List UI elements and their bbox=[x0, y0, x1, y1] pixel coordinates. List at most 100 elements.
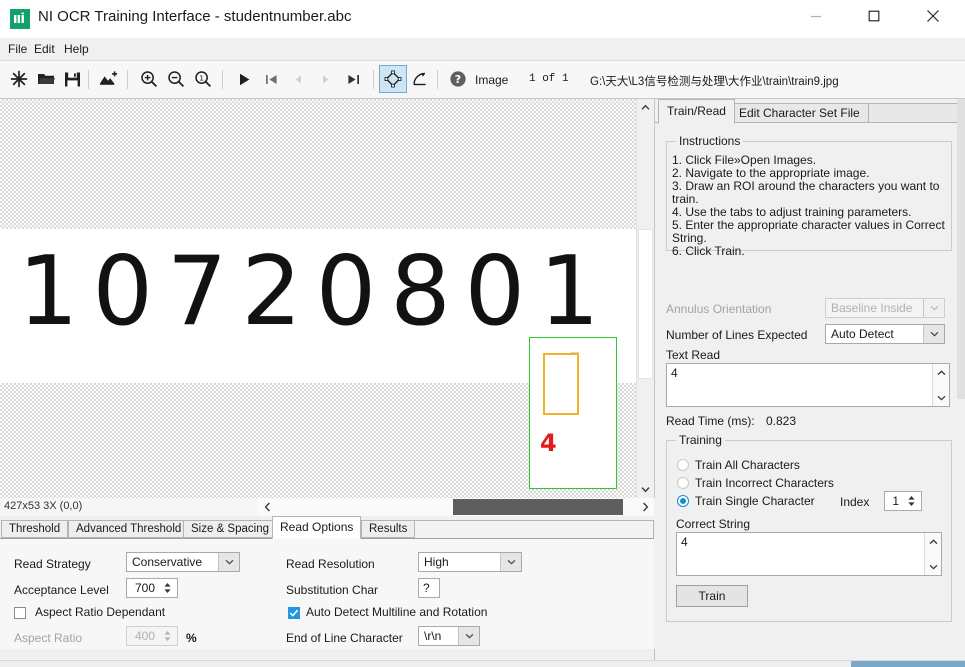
train-button[interactable]: Train bbox=[676, 585, 748, 607]
tab-threshold[interactable]: Threshold bbox=[1, 520, 69, 538]
scrollbar-thumb-right[interactable] bbox=[957, 99, 965, 399]
instructions-title: Instructions bbox=[676, 134, 744, 148]
help-icon[interactable]: ? bbox=[444, 65, 472, 93]
tab-read-options[interactable]: Read Options bbox=[272, 516, 362, 539]
chevron-up-icon[interactable] bbox=[637, 99, 654, 116]
end-of-line-select[interactable]: \r\n bbox=[418, 626, 480, 646]
next-image-icon[interactable] bbox=[311, 65, 339, 93]
window-title: NI OCR Training Interface - studentnumbe… bbox=[38, 8, 352, 25]
taskbar-accent bbox=[851, 661, 965, 667]
chevron-right-icon[interactable] bbox=[636, 498, 654, 516]
aspect-ratio-unit: % bbox=[186, 631, 197, 645]
minimize-icon[interactable] bbox=[793, 0, 839, 32]
text-read-field[interactable]: 4 bbox=[666, 363, 950, 407]
canvas-horizontal-scrollbar[interactable] bbox=[258, 498, 654, 516]
radio-train-incorrect-characters[interactable] bbox=[677, 477, 689, 489]
ni-logo-icon bbox=[10, 9, 30, 29]
maximize-icon[interactable] bbox=[851, 0, 897, 32]
zoom-actual-size-icon[interactable]: 1 bbox=[189, 65, 217, 93]
auto-detect-multiline-label: Auto Detect Multiline and Rotation bbox=[306, 605, 488, 619]
lines-expected-value: Auto Detect bbox=[831, 327, 894, 341]
play-icon[interactable] bbox=[230, 65, 258, 93]
chevron-down-icon[interactable] bbox=[925, 559, 941, 574]
roi-tool-icon[interactable] bbox=[379, 65, 407, 93]
chevron-left-icon[interactable] bbox=[258, 498, 276, 516]
chevron-down-icon[interactable] bbox=[933, 390, 949, 405]
radio-train-single-character[interactable] bbox=[677, 495, 689, 507]
menu-item-help[interactable]: Help bbox=[60, 41, 93, 57]
character-read-label: 4 bbox=[540, 429, 557, 457]
menu-bar: File Edit Help bbox=[0, 38, 965, 61]
toolbar-image-index: 1 of 1 bbox=[529, 73, 569, 85]
read-resolution-value: High bbox=[424, 555, 449, 569]
instruction-line-3: 3. Draw an ROI around the characters you… bbox=[672, 179, 940, 193]
canvas-status-bar: 427x53 3X (0,0) bbox=[0, 498, 654, 517]
substitution-char-label: Substitution Char bbox=[286, 583, 379, 597]
menu-item-edit[interactable]: Edit bbox=[30, 41, 59, 57]
read-time-value: 0.823 bbox=[766, 414, 797, 428]
lines-expected-label: Number of Lines Expected bbox=[666, 328, 808, 342]
canvas-vertical-scrollbar[interactable] bbox=[636, 99, 654, 498]
tab-strip-filler bbox=[413, 520, 654, 538]
index-stepper[interactable]: 1 bbox=[884, 491, 922, 511]
loaded-image: 10720801 4 bbox=[0, 229, 636, 489]
chevron-down-icon[interactable] bbox=[218, 553, 239, 571]
correct-string-field[interactable]: 4 bbox=[676, 532, 942, 576]
menu-item-file[interactable]: File bbox=[4, 41, 31, 57]
chevron-up-icon[interactable] bbox=[933, 365, 949, 380]
spinner-arrows-icon[interactable] bbox=[160, 628, 175, 644]
substitution-char-field[interactable]: ? bbox=[418, 578, 440, 598]
add-image-icon[interactable] bbox=[95, 65, 123, 93]
svg-text:?: ? bbox=[455, 73, 461, 86]
read-resolution-select[interactable]: High bbox=[418, 552, 522, 572]
correct-string-scrollbar[interactable] bbox=[924, 533, 941, 575]
annulus-orientation-select[interactable]: Baseline Inside bbox=[825, 298, 945, 318]
open-folder-icon[interactable] bbox=[32, 65, 60, 93]
text-read-scrollbar[interactable] bbox=[932, 364, 949, 406]
spinner-arrows-icon[interactable] bbox=[904, 493, 919, 509]
new-icon[interactable] bbox=[5, 65, 33, 93]
title-bar: NI OCR Training Interface - studentnumbe… bbox=[0, 0, 965, 38]
save-icon[interactable] bbox=[58, 65, 86, 93]
auto-detect-multiline-checkbox[interactable] bbox=[288, 607, 300, 619]
lines-expected-select[interactable]: Auto Detect bbox=[825, 324, 945, 344]
correct-string-label: Correct String bbox=[676, 517, 751, 531]
instruction-line-8: 6. Click Train. bbox=[672, 244, 745, 258]
tab-results[interactable]: Results bbox=[361, 520, 416, 538]
aspect-ratio-dependant-checkbox[interactable] bbox=[14, 607, 26, 619]
radio-train-all-characters[interactable] bbox=[677, 459, 689, 471]
chevron-down-icon[interactable] bbox=[637, 481, 654, 498]
spinner-arrows-icon[interactable] bbox=[160, 580, 175, 596]
rotate-roi-icon[interactable] bbox=[406, 65, 434, 93]
first-image-icon[interactable] bbox=[257, 65, 285, 93]
end-of-line-value: \r\n bbox=[424, 629, 442, 643]
tab-train-read[interactable]: Train/Read bbox=[658, 99, 735, 124]
read-resolution-label: Read Resolution bbox=[286, 557, 375, 571]
close-icon[interactable] bbox=[910, 0, 956, 32]
character-bounding-box bbox=[543, 353, 579, 415]
acceptance-level-stepper[interactable]: 700 bbox=[126, 578, 178, 598]
acceptance-level-label: Acceptance Level bbox=[14, 583, 109, 597]
aspect-ratio-stepper[interactable]: 400 bbox=[126, 626, 178, 646]
zoom-out-icon[interactable] bbox=[162, 65, 190, 93]
radio-train-all-characters-label: Train All Characters bbox=[695, 458, 800, 472]
chevron-up-icon[interactable] bbox=[925, 534, 941, 549]
tab-edit-character-set-file[interactable]: Edit Character Set File bbox=[730, 103, 869, 123]
tab-size-and-spacing[interactable]: Size & Spacing bbox=[183, 520, 277, 538]
chevron-down-icon[interactable] bbox=[923, 325, 944, 343]
scrollbar-thumb-vertical[interactable] bbox=[638, 229, 653, 379]
right-panel-scrollbar[interactable] bbox=[957, 99, 965, 649]
radio-train-single-character-label: Train Single Character bbox=[695, 494, 815, 508]
last-image-icon[interactable] bbox=[339, 65, 367, 93]
read-strategy-select[interactable]: Conservative bbox=[126, 552, 240, 572]
scrollbar-thumb-horizontal[interactable] bbox=[453, 499, 623, 515]
toolbar-image-label: Image bbox=[475, 73, 509, 87]
image-canvas[interactable]: 10720801 4 4 bbox=[0, 99, 655, 498]
chevron-down-icon[interactable] bbox=[458, 627, 479, 645]
tab-advanced-threshold[interactable]: Advanced Threshold bbox=[68, 520, 190, 538]
chevron-down-icon[interactable] bbox=[500, 553, 521, 571]
zoom-in-icon[interactable] bbox=[135, 65, 163, 93]
image-digits: 10720801 bbox=[18, 237, 614, 347]
previous-image-icon[interactable] bbox=[284, 65, 312, 93]
chevron-down-icon[interactable] bbox=[923, 299, 944, 317]
